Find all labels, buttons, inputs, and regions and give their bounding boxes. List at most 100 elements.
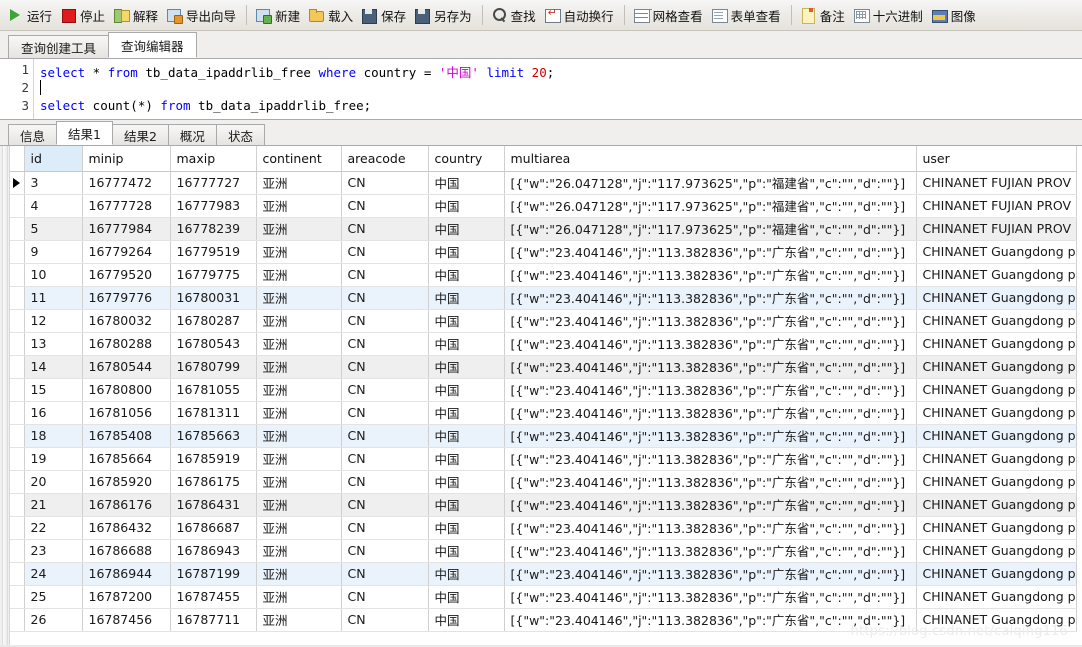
cell-continent[interactable]: 亚洲 <box>256 378 342 402</box>
cell-continent[interactable]: 亚洲 <box>256 286 342 310</box>
toolbar-button-new[interactable]: 新建 <box>252 3 305 27</box>
cell-areacode[interactable]: CN <box>341 424 429 448</box>
cell-id[interactable]: 15 <box>24 378 83 402</box>
row-indicator-cell[interactable] <box>10 493 25 517</box>
cell-user[interactable]: CHINANET Guangdong p <box>916 263 1077 287</box>
cell-continent[interactable]: 亚洲 <box>256 401 342 425</box>
cell-id[interactable]: 3 <box>24 171 83 195</box>
cell-continent[interactable]: 亚洲 <box>256 447 342 471</box>
row-indicator-cell[interactable] <box>10 309 25 333</box>
table-row[interactable]: 22 16786432 16786687 亚洲 CN 中国 [{"w":"23.404146… <box>10 516 1077 540</box>
cell-country[interactable]: 中国 <box>428 217 505 241</box>
table-row[interactable]: 19 16785664 16785919 亚洲 CN 中国 [{"w":"23.404146… <box>10 447 1077 471</box>
row-indicator-cell[interactable] <box>10 217 25 241</box>
cell-user[interactable]: CHINANET Guangdong p <box>916 332 1077 356</box>
cell-country[interactable]: 中国 <box>428 332 505 356</box>
cell-minip[interactable]: 16786944 <box>82 562 171 586</box>
table-row[interactable]: 14 16780544 16780799 亚洲 CN 中国 [{"w":"23.404146… <box>10 355 1077 379</box>
cell-id[interactable]: 20 <box>24 470 83 494</box>
cell-country[interactable]: 中国 <box>428 493 505 517</box>
table-row[interactable]: 16 16781056 16781311 亚洲 CN 中国 [{"w":"23.404146… <box>10 401 1077 425</box>
cell-continent[interactable]: 亚洲 <box>256 493 342 517</box>
cell-minip[interactable]: 16780800 <box>82 378 171 402</box>
cell-id[interactable]: 24 <box>24 562 83 586</box>
table-row[interactable]: 23 16786688 16786943 亚洲 CN 中国 [{"w":"23.404146… <box>10 539 1077 563</box>
cell-maxip[interactable]: 16786687 <box>170 516 257 540</box>
cell-minip[interactable]: 16787200 <box>82 585 171 609</box>
cell-user[interactable]: CHINANET Guangdong p <box>916 585 1077 609</box>
cell-user[interactable]: CHINANET Guangdong p <box>916 378 1077 402</box>
cell-maxip[interactable]: 16781055 <box>170 378 257 402</box>
cell-country[interactable]: 中国 <box>428 562 505 586</box>
cell-areacode[interactable]: CN <box>341 516 429 540</box>
cell-continent[interactable]: 亚洲 <box>256 585 342 609</box>
cell-areacode[interactable]: CN <box>341 493 429 517</box>
cell-continent[interactable]: 亚洲 <box>256 562 342 586</box>
cell-maxip[interactable]: 16786175 <box>170 470 257 494</box>
cell-multiarea[interactable]: [{"w":"23.404146","j":"113.382836","p":"… <box>504 286 917 310</box>
cell-country[interactable]: 中国 <box>428 516 505 540</box>
table-row[interactable]: 20 16785920 16786175 亚洲 CN 中国 [{"w":"23.404146… <box>10 470 1077 494</box>
table-row[interactable]: 18 16785408 16785663 亚洲 CN 中国 [{"w":"23.404146… <box>10 424 1077 448</box>
cell-country[interactable]: 中国 <box>428 171 505 195</box>
row-indicator-cell[interactable] <box>10 240 25 264</box>
cell-areacode[interactable]: CN <box>341 309 429 333</box>
cell-minip[interactable]: 16786688 <box>82 539 171 563</box>
column-header-id[interactable]: id <box>24 146 83 172</box>
result-tab-0[interactable]: 信息 <box>8 124 58 145</box>
table-row[interactable]: 5 16777984 16778239 亚洲 CN 中国 [{"w":"26.047128"… <box>10 217 1077 241</box>
sql-editor[interactable]: 1 2 3 select * from tb_data_ipaddrlib_free… <box>0 59 1082 120</box>
cell-minip[interactable]: 16780288 <box>82 332 171 356</box>
cell-maxip[interactable]: 16780799 <box>170 355 257 379</box>
cell-minip[interactable]: 16786432 <box>82 516 171 540</box>
column-header-continent[interactable]: continent <box>256 146 342 172</box>
toolbar-button-note[interactable]: 备注 <box>797 3 850 27</box>
cell-country[interactable]: 中国 <box>428 470 505 494</box>
cell-country[interactable]: 中国 <box>428 585 505 609</box>
cell-id[interactable]: 10 <box>24 263 83 287</box>
cell-minip[interactable]: 16777472 <box>82 171 171 195</box>
column-header-country[interactable]: country <box>428 146 505 172</box>
cell-maxip[interactable]: 16786431 <box>170 493 257 517</box>
cell-country[interactable]: 中国 <box>428 240 505 264</box>
cell-areacode[interactable]: CN <box>341 562 429 586</box>
toolbar-button-export-wizard[interactable]: 导出向导 <box>163 3 241 27</box>
table-row[interactable]: 25 16787200 16787455 亚洲 CN 中国 [{"w":"23.404146… <box>10 585 1077 609</box>
table-row[interactable]: 3 16777472 16777727 亚洲 CN 中国 [{"w":"26.047128"… <box>10 171 1077 195</box>
table-row[interactable]: 4 16777728 16777983 亚洲 CN 中国 [{"w":"26.047128"… <box>10 194 1077 218</box>
cell-maxip[interactable]: 16779519 <box>170 240 257 264</box>
cell-minip[interactable]: 16787456 <box>82 608 171 632</box>
cell-maxip[interactable]: 16781311 <box>170 401 257 425</box>
cell-minip[interactable]: 16779264 <box>82 240 171 264</box>
result-tab-1[interactable]: 结果1 <box>56 121 113 145</box>
cell-country[interactable]: 中国 <box>428 447 505 471</box>
cell-areacode[interactable]: CN <box>341 539 429 563</box>
cell-user[interactable]: CHINANET Guangdong p <box>916 562 1077 586</box>
cell-multiarea[interactable]: [{"w":"23.404146","j":"113.382836","p":"… <box>504 493 917 517</box>
cell-minip[interactable]: 16779776 <box>82 286 171 310</box>
cell-continent[interactable]: 亚洲 <box>256 263 342 287</box>
cell-user[interactable]: CHINANET Guangdong p <box>916 539 1077 563</box>
result-tab-2[interactable]: 结果2 <box>111 124 169 145</box>
row-indicator-cell[interactable] <box>10 286 25 310</box>
table-row[interactable]: 15 16780800 16781055 亚洲 CN 中国 [{"w":"23.404146… <box>10 378 1077 402</box>
cell-continent[interactable]: 亚洲 <box>256 516 342 540</box>
toolbar-button-form-view[interactable]: 表单查看 <box>708 3 786 27</box>
cell-minip[interactable]: 16785408 <box>82 424 171 448</box>
cell-multiarea[interactable]: [{"w":"23.404146","j":"113.382836","p":"… <box>504 562 917 586</box>
result-tab-3[interactable]: 概况 <box>167 124 217 145</box>
cell-minip[interactable]: 16785664 <box>82 447 171 471</box>
toolbar-button-search[interactable]: 查找 <box>488 3 541 27</box>
sql-line[interactable]: select * from tb_data_ipaddrlib_free whe… <box>40 62 554 81</box>
sql-line[interactable]: select count(*) from tb_data_ipaddrlib_f… <box>40 98 371 113</box>
column-header-maxip[interactable]: maxip <box>170 146 257 172</box>
cell-country[interactable]: 中国 <box>428 286 505 310</box>
table-row[interactable]: 21 16786176 16786431 亚洲 CN 中国 [{"w":"23.404146… <box>10 493 1077 517</box>
cell-multiarea[interactable]: [{"w":"23.404146","j":"113.382836","p":"… <box>504 240 917 264</box>
cell-user[interactable]: CHINANET Guangdong p <box>916 516 1077 540</box>
cell-user[interactable]: CHINANET Guangdong p <box>916 309 1077 333</box>
row-indicator-cell[interactable] <box>10 171 25 195</box>
toolbar-button-save[interactable]: 保存 <box>358 3 411 27</box>
cell-continent[interactable]: 亚洲 <box>256 539 342 563</box>
cell-multiarea[interactable]: [{"w":"23.404146","j":"113.382836","p":"… <box>504 332 917 356</box>
